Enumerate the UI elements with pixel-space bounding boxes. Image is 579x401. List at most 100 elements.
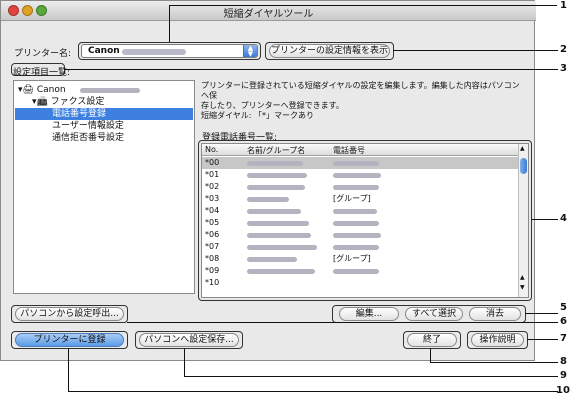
fax-icon: 📠 bbox=[36, 97, 48, 107]
callout-line-9 bbox=[184, 376, 558, 377]
name-redacted bbox=[247, 257, 297, 262]
phone-redacted bbox=[333, 233, 381, 238]
row-number: *04 bbox=[205, 206, 220, 215]
description-text: プリンターに登録されている短縮ダイヤルの設定を編集します。編集した内容はパソコン… bbox=[201, 81, 526, 121]
printer-icon: 🖨 bbox=[22, 85, 34, 95]
window-title: 短縮ダイヤルツール bbox=[223, 9, 314, 20]
title-bar: 短縮ダイヤルツール bbox=[1, 1, 536, 21]
printer-name-label: プリンター名: bbox=[14, 49, 72, 59]
name-redacted bbox=[247, 269, 315, 274]
callout-line-9 bbox=[184, 348, 185, 376]
phone-redacted bbox=[333, 269, 379, 274]
delete-button[interactable]: 消去 bbox=[469, 307, 521, 321]
callout-line-1 bbox=[169, 5, 557, 6]
callout-number: 8 bbox=[560, 356, 567, 367]
callout-number: 2 bbox=[560, 44, 567, 55]
column-header-name[interactable]: 名前/グループ名 bbox=[247, 145, 305, 156]
callout-number: 3 bbox=[560, 63, 567, 74]
callout-line-10 bbox=[68, 348, 69, 391]
phone-redacted bbox=[333, 185, 379, 190]
printer-select[interactable]: Canon ▲ ▼ bbox=[81, 44, 258, 58]
name-redacted bbox=[247, 209, 301, 214]
phonebook-table[interactable]: No. 名前/グループ名 電話番号 *00 *01 *02 *03 [グループ] *04 *… bbox=[201, 143, 529, 298]
tree-item-label: Canon bbox=[36, 85, 66, 95]
save-to-pc-button[interactable]: パソコンへ設定保存... bbox=[139, 333, 239, 347]
table-row[interactable]: *08 [グループ] bbox=[202, 253, 520, 265]
table-row[interactable]: *09 bbox=[202, 265, 520, 277]
row-number: *07 bbox=[205, 242, 220, 251]
phone-redacted bbox=[333, 245, 379, 250]
table-row[interactable]: *01 bbox=[202, 169, 520, 181]
description-line: 短縮ダイヤル: 「*」マークあり bbox=[201, 111, 314, 120]
callout-number: 6 bbox=[560, 316, 567, 327]
table-header: No. 名前/グループ名 電話番号 bbox=[202, 144, 520, 156]
settings-list-label: 設定項目一覧: bbox=[13, 68, 71, 78]
row-number: *09 bbox=[205, 266, 220, 275]
callout-number: 4 bbox=[560, 213, 567, 224]
callout-line-5 bbox=[525, 313, 558, 314]
tree-item-phone-registration[interactable]: 電話番号登録 bbox=[15, 108, 193, 120]
callout-line-1 bbox=[169, 5, 170, 42]
callout-number: 10 bbox=[556, 385, 570, 396]
phone-redacted bbox=[333, 161, 379, 166]
app-window: 短縮ダイヤルツール プリンター名: Canon ▲ ▼ プリンターの設定情報を表示… bbox=[0, 0, 536, 361]
phone-redacted bbox=[333, 173, 381, 178]
name-redacted bbox=[247, 185, 305, 190]
select-all-button[interactable]: すべて選択 bbox=[405, 307, 463, 321]
callout-line-3 bbox=[64, 69, 558, 70]
callout-line-10 bbox=[68, 391, 558, 392]
callout-number: 7 bbox=[560, 333, 567, 344]
name-redacted bbox=[247, 233, 311, 238]
tree-item-label: ファクス設定 bbox=[50, 97, 105, 107]
column-header-phone[interactable]: 電話番号 bbox=[333, 145, 365, 156]
column-header-no[interactable]: No. bbox=[205, 145, 218, 154]
callout-line-8 bbox=[430, 362, 558, 363]
scroll-up-icon[interactable]: ▲ bbox=[520, 274, 525, 281]
row-number: *03 bbox=[205, 194, 220, 203]
row-number: *01 bbox=[205, 170, 220, 179]
table-row[interactable]: *04 bbox=[202, 205, 520, 217]
name-redacted bbox=[247, 161, 303, 166]
row-number: *10 bbox=[205, 278, 220, 287]
callout-line-6 bbox=[127, 322, 558, 323]
description-line: 存したり、プリンターへ登録できます。 bbox=[201, 101, 344, 110]
manual-button[interactable]: 操作説明 bbox=[471, 333, 524, 347]
row-number: *08 bbox=[205, 254, 220, 263]
tree-item-reject-numbers[interactable]: 通信拒否番号設定 bbox=[52, 132, 192, 144]
tree-item-fax-settings[interactable]: ▾📠 ファクス設定 bbox=[32, 96, 182, 108]
printer-select-value: Canon bbox=[88, 46, 120, 56]
table-row[interactable]: *02 bbox=[202, 181, 520, 193]
name-redacted bbox=[247, 173, 307, 178]
row-number: *00 bbox=[205, 158, 220, 167]
callout-line-2 bbox=[393, 50, 558, 51]
row-number: *05 bbox=[205, 218, 220, 227]
tree-item-printer[interactable]: ▾🖨 Canon bbox=[18, 84, 188, 96]
callout-number: 1 bbox=[560, 0, 567, 11]
phone-redacted bbox=[333, 209, 377, 214]
scrollbar-thumb[interactable] bbox=[520, 158, 527, 174]
table-row[interactable]: *10 bbox=[202, 277, 520, 289]
table-row[interactable]: *03 [グループ] bbox=[202, 193, 520, 205]
callout-line-4 bbox=[531, 219, 558, 220]
callout-line-8 bbox=[430, 348, 431, 363]
load-from-pc-button[interactable]: パソコンから設定呼出... bbox=[15, 307, 124, 321]
table-row[interactable]: *06 bbox=[202, 229, 520, 241]
callout-number: 5 bbox=[560, 302, 567, 313]
show-printer-settings-button[interactable]: プリンターの設定情報を表示 bbox=[269, 44, 390, 58]
register-to-printer-button[interactable]: プリンターに登録 bbox=[15, 333, 124, 347]
vertical-scrollbar[interactable]: ▲ ▲ ▼ bbox=[518, 144, 528, 297]
quit-button[interactable]: 終了 bbox=[407, 333, 457, 347]
table-row[interactable]: *00 bbox=[202, 157, 520, 169]
edit-button[interactable]: 編集... bbox=[339, 307, 399, 321]
scroll-up-icon[interactable]: ▲ bbox=[520, 145, 525, 152]
tree-item-user-info[interactable]: ユーザー情報設定 bbox=[52, 120, 192, 132]
group-label: [グループ] bbox=[333, 254, 371, 263]
settings-tree[interactable]: ▾🖨 Canon ▾📠 ファクス設定 電話番号登録 ユーザー情報設定 通信拒否番… bbox=[13, 80, 195, 294]
callout-number: 9 bbox=[560, 370, 567, 381]
scroll-down-icon[interactable]: ▼ bbox=[520, 284, 525, 291]
callout-line-7 bbox=[527, 339, 558, 340]
row-number: *02 bbox=[205, 182, 220, 191]
table-row[interactable]: *07 bbox=[202, 241, 520, 253]
table-row[interactable]: *05 bbox=[202, 217, 520, 229]
printer-model-redacted bbox=[122, 49, 186, 55]
